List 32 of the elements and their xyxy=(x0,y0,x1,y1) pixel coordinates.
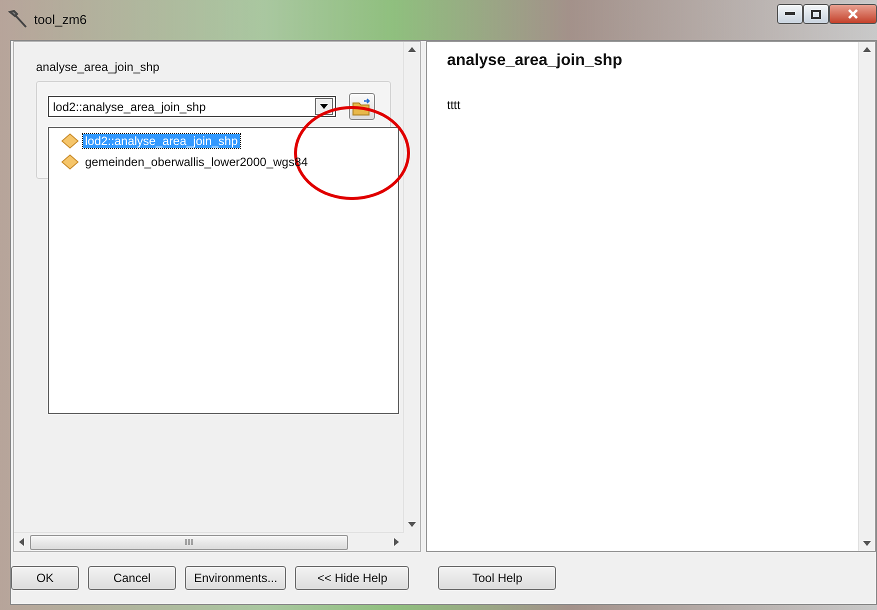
tool-help-button[interactable]: Tool Help xyxy=(438,566,556,590)
scrollbar-thumb[interactable] xyxy=(30,534,348,550)
dialog-button[interactable]: << Hide Help xyxy=(295,566,410,590)
minimize-button[interactable] xyxy=(777,4,803,24)
window-title: tool_zm6 xyxy=(34,12,87,26)
layer-dropdown[interactable]: lod2::analyse_area_join_shp xyxy=(48,96,336,117)
scroll-down-icon[interactable] xyxy=(408,522,416,528)
horizontal-scrollbar[interactable] xyxy=(14,532,404,551)
scroll-down-icon[interactable] xyxy=(863,541,871,547)
maximize-button[interactable] xyxy=(803,4,829,24)
grip-icon xyxy=(185,539,193,545)
close-button[interactable] xyxy=(829,4,877,24)
folder-icon xyxy=(352,98,372,116)
layer-icon xyxy=(61,154,79,170)
help-text: tttt xyxy=(447,98,462,112)
close-icon xyxy=(848,9,858,19)
layer-icon xyxy=(61,132,79,148)
parameter-label: analyse_area_join_shp xyxy=(36,60,160,74)
hammer-icon xyxy=(8,10,28,28)
browse-button[interactable] xyxy=(349,93,375,120)
scroll-up-icon[interactable] xyxy=(408,46,416,52)
vertical-scrollbar[interactable] xyxy=(858,42,875,551)
dialog-button[interactable]: Environments... xyxy=(185,566,286,590)
dialog-button[interactable]: Cancel xyxy=(88,566,176,590)
scroll-right-icon[interactable] xyxy=(394,538,400,546)
minimize-icon xyxy=(785,12,795,16)
dialog-button[interactable]: OK xyxy=(11,566,79,590)
maximize-icon xyxy=(811,10,821,18)
scroll-left-icon[interactable] xyxy=(18,538,24,546)
caret-icon xyxy=(320,104,328,109)
help-title: analyse_area_join_shp xyxy=(447,52,624,70)
scroll-up-icon[interactable] xyxy=(863,46,871,52)
